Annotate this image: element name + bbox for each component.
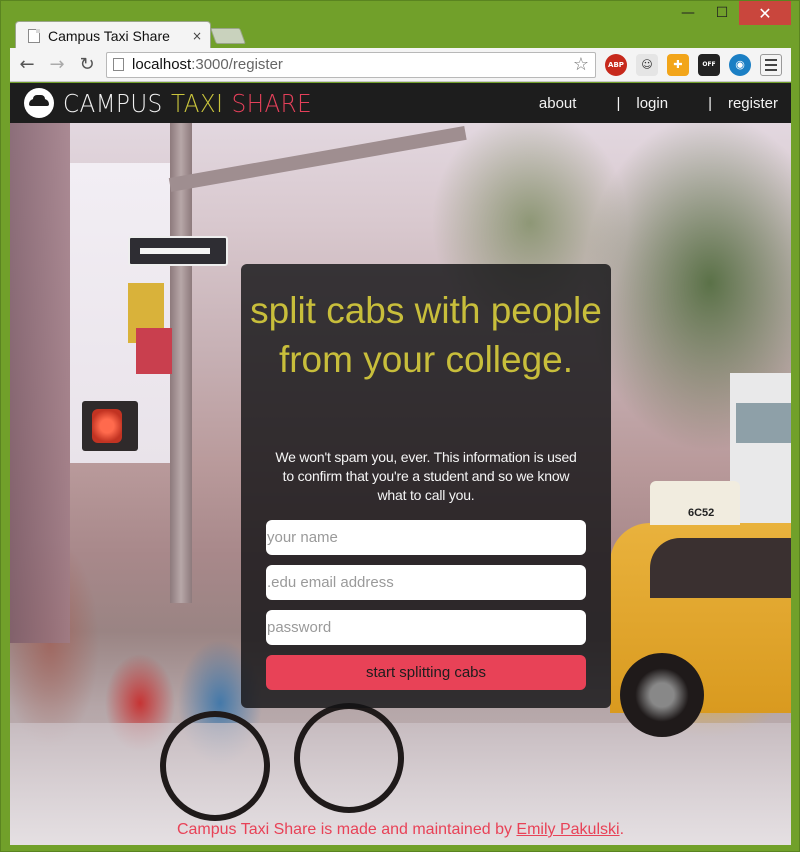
background-bike-wheel	[160, 711, 270, 821]
nav-about-link[interactable]: about	[539, 95, 577, 112]
background-red-sign	[136, 328, 172, 374]
address-bar[interactable]: localhost:3000/register ☆	[106, 51, 596, 78]
forward-button[interactable]: →	[44, 52, 70, 78]
tab-close-icon[interactable]: ×	[192, 29, 202, 43]
url-host: localhost	[132, 56, 192, 73]
brand-campus: CAMPUS	[63, 88, 163, 118]
background-taxi-roof-sign	[650, 481, 740, 525]
background-bike-wheel	[294, 703, 404, 813]
reload-button[interactable]: ↻	[74, 52, 100, 78]
name-input[interactable]	[266, 520, 586, 555]
brand-share: SHARE	[231, 88, 313, 118]
browser-menu-button[interactable]	[760, 53, 782, 76]
close-window-button[interactable]: ✕	[739, 1, 791, 25]
brand-logo[interactable]: CAMPUS TAXI SHARE	[63, 89, 312, 118]
background-walk-signal	[82, 401, 138, 451]
register-card: split cabs with people from your college…	[241, 264, 611, 708]
url-path: :3000/register	[191, 56, 283, 73]
browser-window: — ☐ ✕ Campus Taxi Share × ← → ↻ localhos…	[0, 0, 800, 852]
bookmark-star-icon[interactable]: ☆	[573, 54, 589, 75]
background-pole	[170, 83, 192, 603]
background-taxi-wheel	[620, 653, 704, 737]
site-footer: Campus Taxi Share is made and maintained…	[10, 821, 791, 845]
footer-text: Campus Taxi Share is made and maintained…	[176, 821, 517, 838]
adblock-plus-icon[interactable]: ABP	[605, 53, 627, 76]
eye-extension-icon[interactable]: ◉	[729, 53, 751, 76]
new-tab-button[interactable]	[210, 28, 246, 44]
nav-separator: |	[708, 94, 712, 112]
tab-title: Campus Taxi Share	[48, 27, 170, 44]
site-header: CAMPUS TAXI SHARE about | login | regist…	[10, 83, 791, 123]
url-text[interactable]: localhost:3000/register	[132, 56, 573, 73]
back-button[interactable]: ←	[14, 52, 40, 78]
page-favicon-icon	[28, 28, 40, 43]
email-input[interactable]	[266, 565, 586, 600]
off-toggle-icon[interactable]: OFF	[698, 53, 720, 76]
site-nav: about | login | register	[539, 83, 791, 123]
nav-register-link[interactable]: register	[728, 95, 778, 112]
background-pole-arm	[168, 126, 467, 192]
maximize-button[interactable]: ☐	[705, 1, 739, 25]
brand-taxi: TAXI	[170, 88, 224, 118]
background-taxi-window	[650, 538, 791, 598]
nav-login-link[interactable]: login	[636, 95, 668, 112]
password-input[interactable]	[266, 610, 586, 645]
page-icon	[113, 58, 124, 71]
minimize-button[interactable]: —	[671, 1, 705, 25]
browser-toolbar: ← → ↻ localhost:3000/register ☆ ABP ☺ ✚ …	[10, 48, 791, 82]
dog-extension-icon[interactable]: ☺	[636, 53, 658, 76]
window-controls: — ☐ ✕	[671, 1, 791, 27]
grid-extension-icon[interactable]: ✚	[667, 53, 689, 76]
nav-separator: |	[616, 94, 621, 112]
taxi-logo-icon[interactable]	[24, 88, 54, 118]
register-headline: split cabs with people from your college…	[250, 290, 602, 380]
background-building	[10, 123, 70, 643]
author-link[interactable]: Emily Pakulski	[516, 821, 619, 838]
page-viewport: CAMPUS TAXI SHARE about | login | regist…	[10, 83, 791, 845]
browser-tab[interactable]: Campus Taxi Share ×	[15, 21, 211, 49]
start-splitting-button[interactable]: start splitting cabs	[266, 655, 586, 690]
background-street-sign	[128, 236, 228, 266]
register-subtext: We won't spam you, ever. This informatio…	[275, 449, 577, 503]
background-bus-window	[736, 403, 791, 443]
footer-period: .	[619, 821, 625, 838]
